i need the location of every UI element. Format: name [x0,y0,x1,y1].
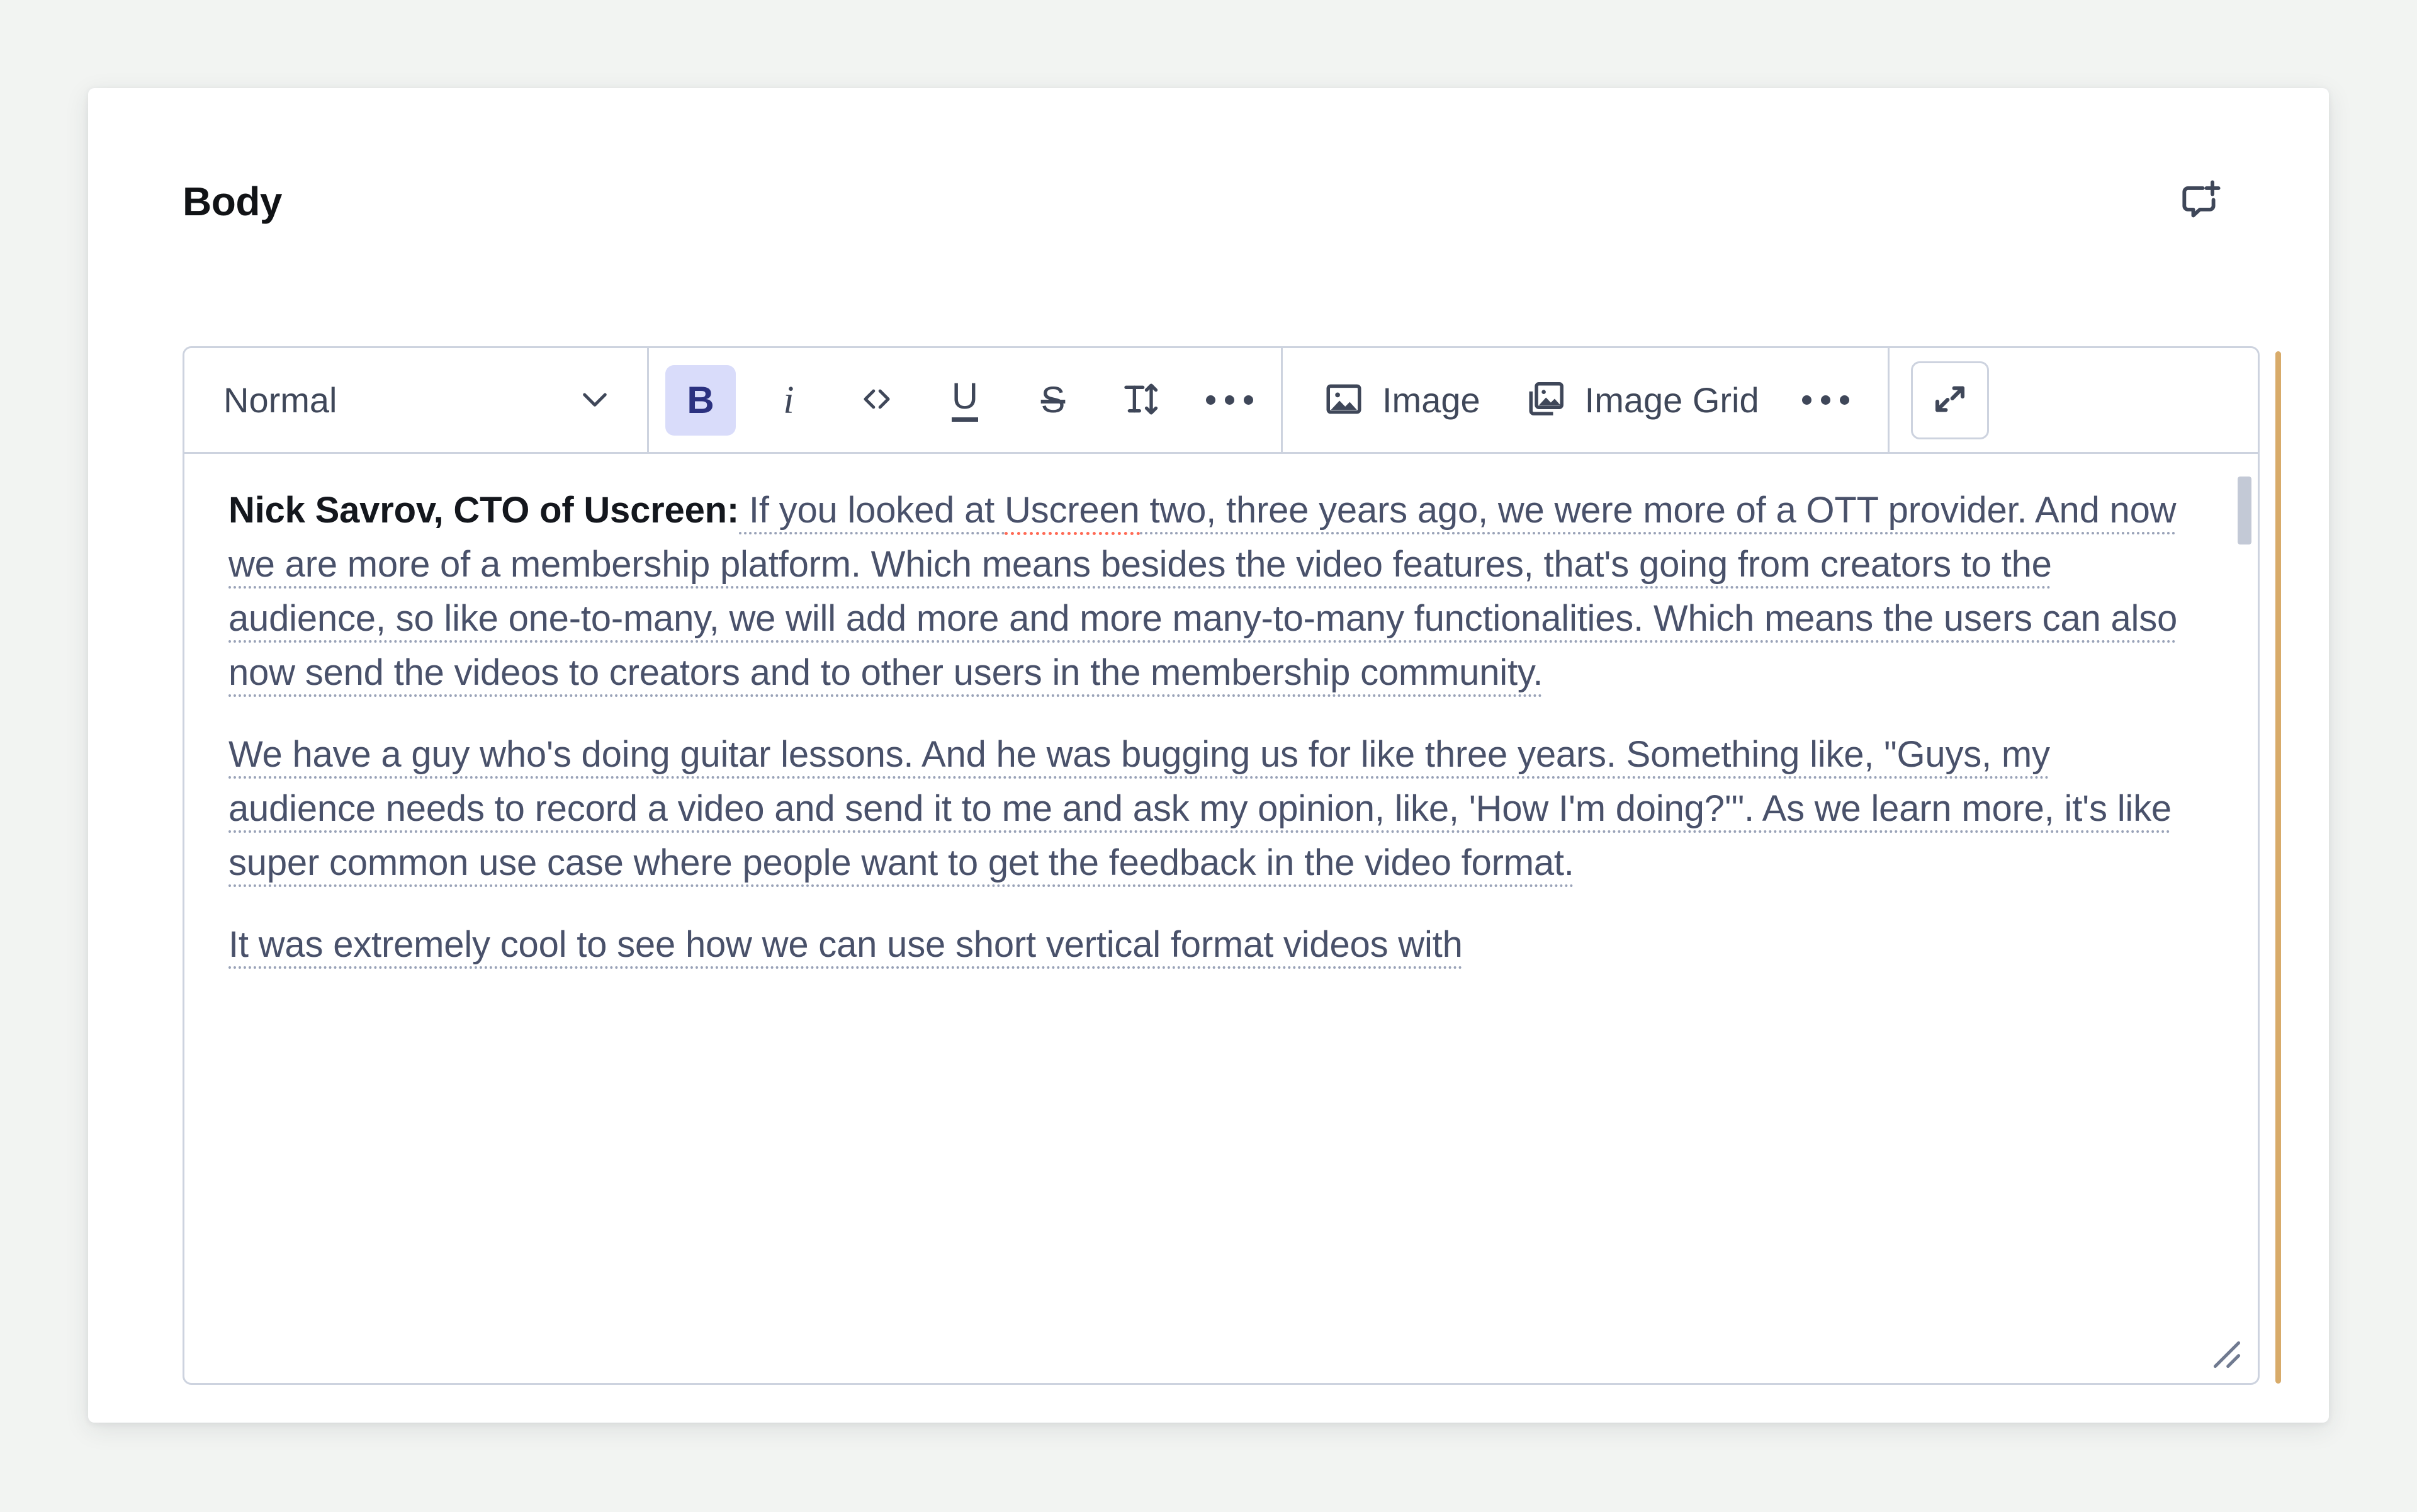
underline-button[interactable]: U [930,365,1000,436]
code-icon [857,380,896,420]
editor-scrollbar-thumb[interactable] [2238,477,2251,544]
paragraph: We have a guy who's doing guitar lessons… [228,728,2201,890]
insert-image-button[interactable]: Image [1307,365,1497,436]
style-select[interactable]: Normal [184,348,647,452]
more-insert-button[interactable] [1791,365,1861,436]
add-comment-button[interactable] [2165,167,2234,236]
paragraph: Nick Savrov, CTO of Uscreen: If you look… [228,483,2201,700]
insert-image-label: Image [1382,380,1480,420]
strikethrough-button[interactable]: S [1018,365,1088,436]
comment-plus-icon [2177,178,2223,226]
expand-diagonal-icon [1930,379,1970,421]
paragraph-clipped: It was extremely cool to see how we can … [228,918,2201,972]
editor-content[interactable]: Nick Savrov, CTO of Uscreen: If you look… [184,456,2258,1383]
editor-scrollbar[interactable] [2238,461,2251,1380]
more-format-button[interactable] [1194,365,1265,436]
misspelled-word[interactable]: Uscreen [1005,490,1140,535]
italic-button[interactable]: i [753,365,824,436]
expand-editor-button[interactable] [1910,361,1989,439]
focus-accent-bar [2275,351,2281,1384]
strikethrough-icon: S [1040,379,1066,420]
bold-button[interactable]: B [665,364,736,436]
style-select-value: Normal [223,380,337,420]
insert-group: Image Image Grid [1283,348,1888,452]
paragraph-text-before: If you looked at [739,490,1005,534]
insert-image-grid-label: Image Grid [1584,380,1759,420]
editor-resize-handle[interactable] [2210,1338,2244,1372]
ellipsis-icon [1802,395,1850,405]
editor-card: Body Normal B i U S Image Image Grid Nic… [88,88,2329,1423]
text-size-button[interactable] [1106,365,1176,436]
paragraph-text: We have a guy who's doing guitar lessons… [228,734,2172,887]
text-size-icon [1121,379,1161,421]
editor-shell: Normal B i U S Image Image Grid Nick Sav… [183,346,2281,1385]
card-header: Body [183,164,2234,239]
code-button[interactable] [842,365,912,436]
paragraph-text: It was extremely cool to see how we can … [228,924,1463,969]
ellipsis-icon [1205,395,1253,405]
page-title: Body [183,179,283,224]
image-grid-icon [1526,378,1567,422]
underline-icon: U [952,378,978,422]
chevron-down-icon [577,381,612,419]
format-group: B i U S [649,348,1281,452]
style-group: Normal [184,348,647,452]
italic-icon: i [783,378,794,422]
speaker-name: Nick Savrov, CTO of Uscreen: [228,490,739,531]
editor-toolbar: Normal B i U S Image Image Grid [184,348,2258,454]
rich-text-editor[interactable]: Normal B i U S Image Image Grid Nick Sav… [183,346,2260,1385]
expand-group [1890,348,2010,452]
insert-image-grid-button[interactable]: Image Grid [1509,365,1776,436]
bold-icon: B [687,378,714,421]
image-icon [1323,378,1365,422]
